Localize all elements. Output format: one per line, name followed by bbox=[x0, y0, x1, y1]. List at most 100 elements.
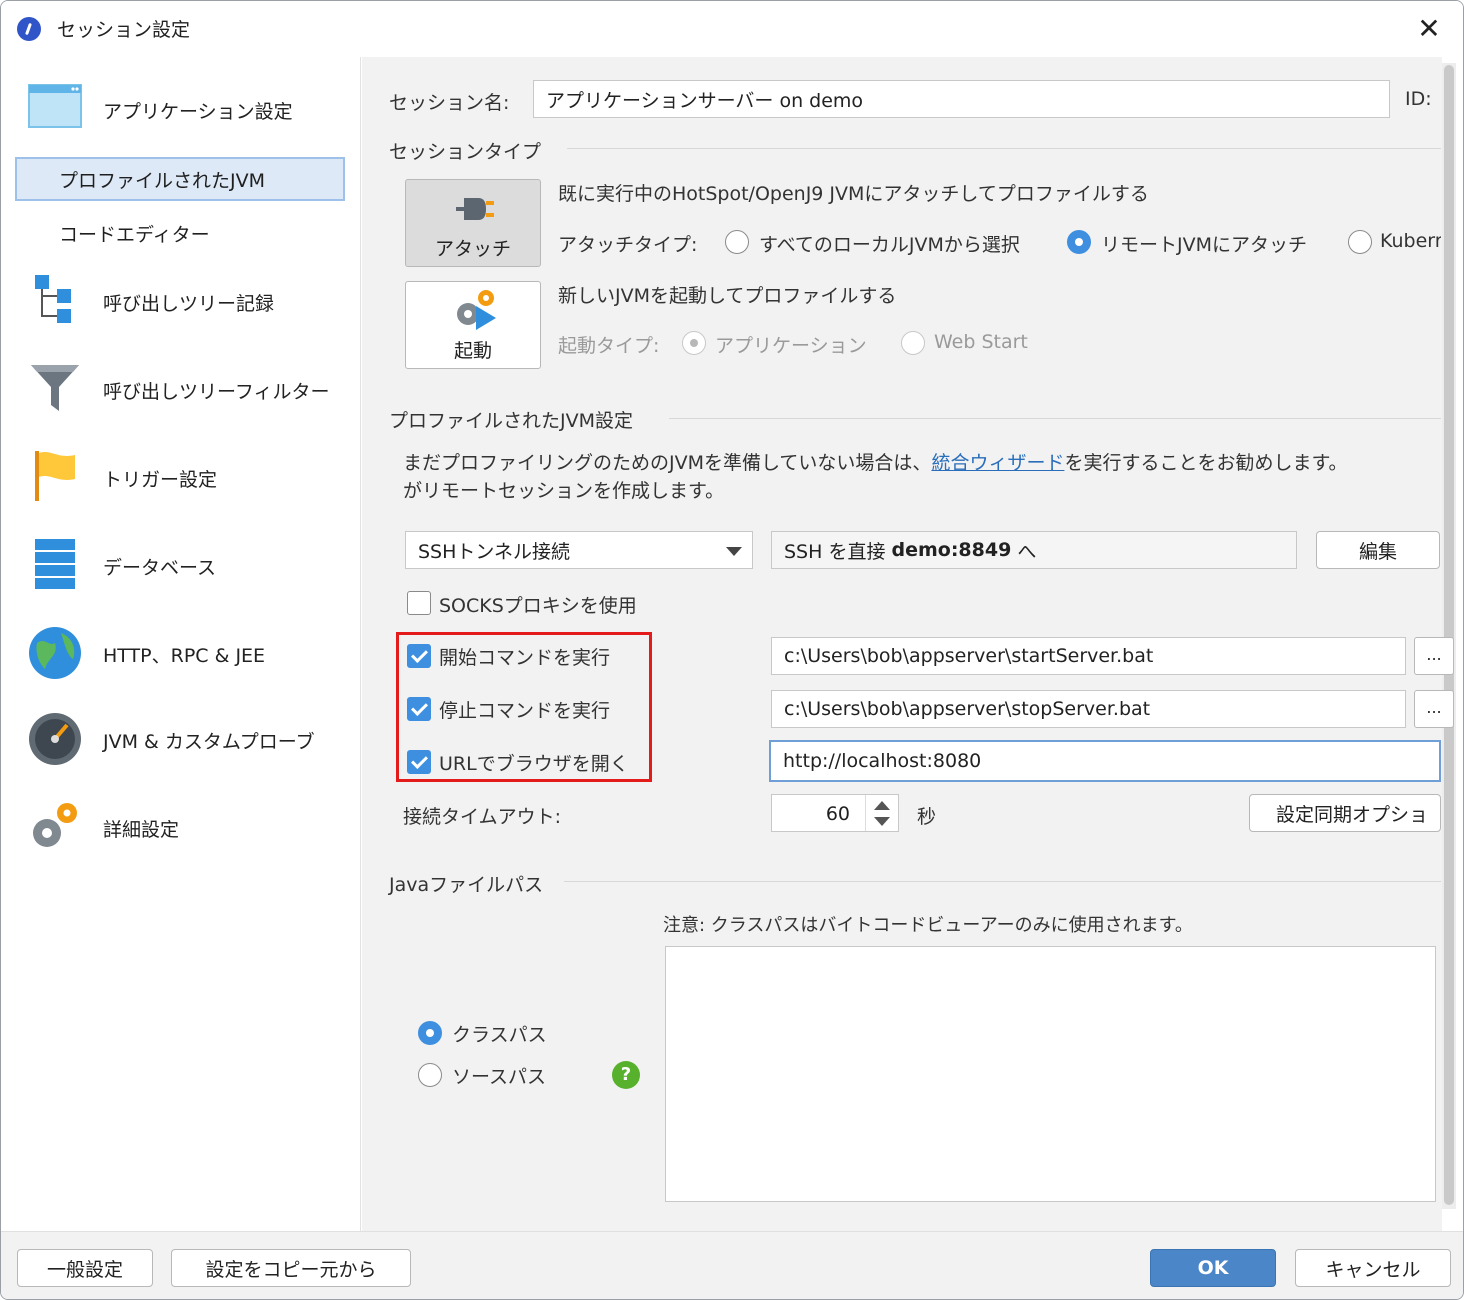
attach-kubernetes-radio[interactable] bbox=[1348, 230, 1372, 254]
sourcepath-radio[interactable] bbox=[418, 1063, 442, 1087]
gauge-icon bbox=[29, 713, 81, 765]
sidebar-item-label: 呼び出しツリーフィルター bbox=[103, 381, 330, 403]
sidebar-item-label: コードエディター bbox=[59, 224, 210, 246]
open-url-label: URLでブラウザを開く bbox=[439, 753, 629, 775]
sidebar-item-advanced-settings[interactable]: 詳細設定 bbox=[15, 803, 345, 849]
attach-kubernetes-label: Kuberr bbox=[1380, 230, 1441, 252]
sidebar-item-application-settings[interactable]: アプリケーション設定 bbox=[15, 84, 345, 131]
start-command-input[interactable]: c:\Users\bob\appserver\startServer.bat bbox=[771, 637, 1406, 675]
jvm-settings-heading: プロファイルされたJVM設定 bbox=[389, 410, 633, 432]
edit-button[interactable]: 編集 bbox=[1316, 531, 1440, 569]
session-type-heading: セッションタイプ bbox=[389, 141, 542, 163]
plug-icon bbox=[456, 198, 494, 220]
launch-tile-button[interactable]: 起動 bbox=[405, 281, 541, 369]
session-settings-dialog: セッション設定 ✕ アプリケーション設定 プロファイルされたJVM コードエディ… bbox=[0, 0, 1464, 1300]
attach-description: 既に実行中のHotSpot/OpenJ9 JVMにアタッチしてプロファイルする bbox=[558, 183, 1149, 205]
launch-application-label: アプリケーション bbox=[715, 335, 867, 357]
timeout-value: 60 bbox=[825, 803, 850, 825]
launch-webstart-radio[interactable] bbox=[901, 331, 925, 355]
sidebar: アプリケーション設定 プロファイルされたJVM コードエディター 呼び出しツリー… bbox=[1, 57, 361, 1231]
help-icon[interactable]: ? bbox=[612, 1061, 640, 1089]
section-divider bbox=[567, 148, 1441, 149]
socks-proxy-checkbox[interactable] bbox=[407, 591, 431, 615]
stop-command-checkbox[interactable] bbox=[407, 697, 431, 721]
sidebar-item-http-rpc-jee[interactable]: HTTP、RPC & JEE bbox=[15, 627, 345, 679]
stop-command-label: 停止コマンドを実行 bbox=[439, 700, 611, 722]
attach-tile-label: アタッチ bbox=[434, 238, 511, 260]
attach-remote-label: リモートJVMにアタッチ bbox=[1101, 234, 1307, 256]
attach-tile-button[interactable]: アタッチ bbox=[405, 179, 541, 267]
section-divider bbox=[564, 881, 1441, 882]
open-url-checkbox[interactable] bbox=[407, 750, 431, 774]
info-text-line1: まだプロファイリングのためのJVMを準備していない場合は、統合ウィザードを実行す… bbox=[403, 448, 1441, 475]
session-name-label: セッション名: bbox=[389, 92, 510, 114]
application-window-icon bbox=[28, 84, 82, 128]
flag-icon bbox=[35, 451, 75, 501]
copy-settings-button[interactable]: 設定をコピー元から bbox=[171, 1249, 411, 1287]
connection-timeout-spinner[interactable]: 60 bbox=[771, 794, 899, 832]
sidebar-item-trigger-settings[interactable]: トリガー設定 bbox=[15, 451, 345, 501]
launch-tile-label: 起動 bbox=[453, 340, 492, 362]
integration-wizard-link[interactable]: 統合ウィザード bbox=[931, 452, 1064, 474]
stop-command-input[interactable]: c:\Users\bob\appserver\stopServer.bat bbox=[771, 690, 1406, 728]
chevron-down-icon bbox=[726, 547, 742, 556]
start-command-browse-button[interactable]: ... bbox=[1414, 637, 1454, 675]
sidebar-item-label: データベース bbox=[103, 557, 217, 579]
java-paths-heading: Javaファイルパス bbox=[389, 874, 544, 896]
ssh-summary-pre: SSH を直接 bbox=[784, 540, 892, 563]
globe-icon bbox=[29, 627, 81, 679]
window-title: セッション設定 bbox=[57, 19, 191, 41]
spinner-down-icon[interactable] bbox=[874, 817, 890, 826]
sidebar-item-label: プロファイルされたJVM bbox=[59, 170, 265, 192]
sidebar-item-label: トリガー設定 bbox=[103, 469, 218, 491]
path-list-area[interactable] bbox=[665, 946, 1436, 1202]
classpath-note: 注意: クラスパスはバイトコードビューアーのみに使用されます。 bbox=[663, 915, 1193, 936]
app-logo-icon bbox=[17, 17, 41, 41]
launch-application-radio[interactable] bbox=[682, 331, 706, 355]
ok-button[interactable]: OK bbox=[1150, 1249, 1276, 1287]
attach-local-label: すべてのローカルJVMから選択 bbox=[759, 234, 1020, 256]
sidebar-item-label: 詳細設定 bbox=[103, 819, 180, 841]
stop-command-browse-button[interactable]: ... bbox=[1414, 690, 1454, 728]
database-icon bbox=[35, 539, 75, 589]
vertical-scrollbar[interactable] bbox=[1442, 63, 1456, 1209]
sidebar-item-database[interactable]: データベース bbox=[15, 539, 345, 589]
sidebar-item-label: JVM & カスタムプローブ bbox=[103, 731, 315, 753]
sidebar-item-profiled-jvm[interactable]: プロファイルされたJVM bbox=[15, 157, 345, 201]
sidebar-item-code-editor[interactable]: コードエディター bbox=[15, 211, 345, 255]
info-text-pre: まだプロファイリングのためのJVMを準備していない場合は、 bbox=[403, 452, 932, 474]
spinner-up-icon[interactable] bbox=[874, 801, 890, 810]
title-bar: セッション設定 ✕ bbox=[1, 1, 1463, 57]
filter-funnel-icon bbox=[31, 365, 79, 411]
sidebar-item-jvm-custom-probes[interactable]: JVM & カスタムプローブ bbox=[15, 713, 345, 765]
sidebar-item-label: アプリケーション設定 bbox=[103, 101, 293, 123]
session-name-input[interactable]: アプリケーションサーバー on demo bbox=[533, 80, 1390, 118]
timeout-unit-label: 秒 bbox=[917, 806, 937, 828]
attach-local-radio[interactable] bbox=[725, 230, 749, 254]
sidebar-item-call-tree-recording[interactable]: 呼び出しツリー記録 bbox=[15, 275, 345, 323]
info-text-post: を実行することをお勧めします。 bbox=[1064, 452, 1348, 474]
sidebar-item-label: 呼び出しツリー記録 bbox=[103, 293, 275, 315]
ssh-summary-post: へ bbox=[1011, 540, 1037, 563]
open-url-input[interactable]: http://localhost:8080 bbox=[769, 740, 1441, 782]
general-settings-button[interactable]: 一般設定 bbox=[17, 1249, 153, 1287]
cancel-button[interactable]: キャンセル bbox=[1295, 1249, 1451, 1287]
socks-proxy-label: SOCKSプロキシを使用 bbox=[439, 595, 637, 617]
sourcepath-label: ソースパス bbox=[452, 1066, 547, 1088]
attach-remote-radio[interactable] bbox=[1067, 230, 1091, 254]
session-id-label: ID: bbox=[1405, 88, 1432, 110]
ssh-summary-host: demo:8849 bbox=[891, 539, 1012, 561]
spinner-divider bbox=[865, 795, 866, 831]
scrollbar-thumb[interactable] bbox=[1444, 65, 1454, 1205]
launch-type-label: 起動タイプ: bbox=[558, 335, 660, 357]
close-button[interactable]: ✕ bbox=[1409, 9, 1449, 49]
start-command-checkbox[interactable] bbox=[407, 644, 431, 668]
connection-type-select[interactable]: SSHトンネル接続 bbox=[405, 531, 753, 569]
connection-type-value: SSHトンネル接続 bbox=[418, 540, 571, 563]
sync-options-button[interactable]: 設定同期オプショ bbox=[1249, 794, 1441, 832]
sidebar-item-call-tree-filter[interactable]: 呼び出しツリーフィルター bbox=[15, 365, 345, 411]
start-command-label: 開始コマンドを実行 bbox=[439, 647, 611, 669]
classpath-radio[interactable] bbox=[418, 1021, 442, 1045]
section-divider bbox=[669, 418, 1441, 419]
attach-type-label: アタッチタイプ: bbox=[558, 234, 698, 256]
